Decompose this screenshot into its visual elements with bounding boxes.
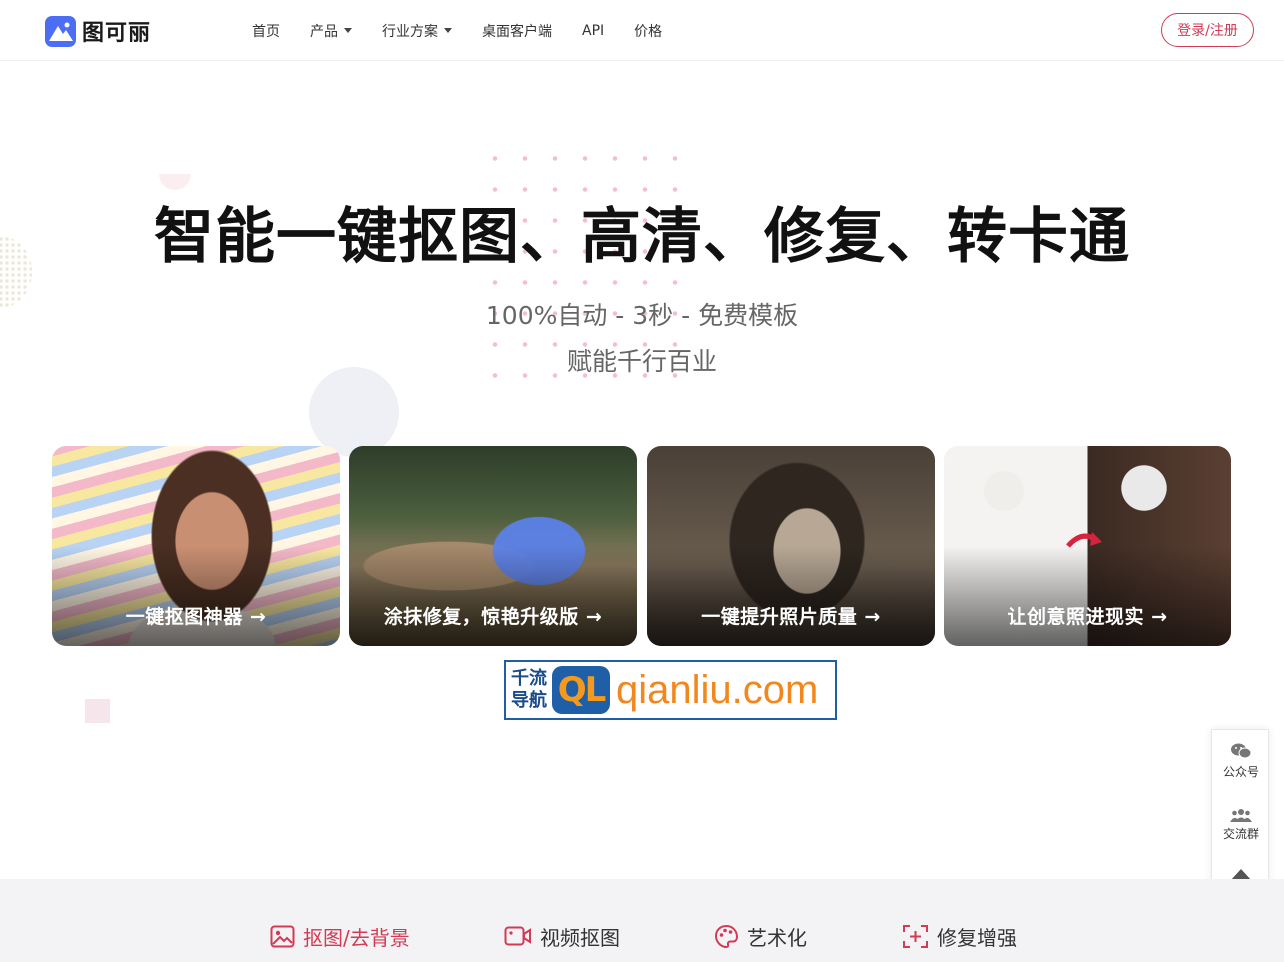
card-photo-enhance[interactable]: 一键提升照片质量 → [647, 446, 935, 646]
main-nav: 首页 产品 行业方案 桌面客户端 API 价格 [252, 0, 692, 61]
nav-label: 行业方案 [382, 23, 438, 40]
side-item-label: 交流群 [1222, 827, 1259, 841]
card-label: 涂抹修复，惊艳升级版 → [383, 606, 603, 628]
nav-label: API [582, 22, 605, 39]
card-shade [944, 546, 1231, 646]
group-icon [1230, 809, 1252, 822]
card-label: 让创意照进现实 → [1007, 606, 1168, 628]
card-shade [647, 546, 935, 646]
tab-video-cutout[interactable]: 视频抠图 [504, 921, 620, 951]
nav-item-solutions[interactable]: 行业方案 [382, 21, 452, 41]
card-shade [349, 546, 637, 646]
decorative-pink-square [85, 699, 110, 723]
card-sketch-to-real[interactable]: 让创意照进现实 → [944, 446, 1231, 646]
palette-icon [714, 924, 739, 948]
card-inpaint-repair[interactable]: 涂抹修复，惊艳升级版 → [349, 446, 637, 646]
tab-label: 艺术化 [747, 925, 807, 950]
tab-label: 修复增强 [937, 925, 1017, 950]
tab-label: 视频抠图 [540, 925, 620, 950]
nav-item-pricing[interactable]: 价格 [634, 21, 662, 41]
logo-mountain-icon [45, 15, 76, 47]
nav-label: 产品 [310, 23, 338, 40]
brand-name: 图可丽 [82, 21, 152, 46]
watermark-line-1: 千流 [511, 668, 547, 689]
enhance-icon [903, 924, 928, 948]
card-label: 一键提升照片质量 → [701, 606, 881, 628]
hero-subtitle: 100%自动 - 3秒 - 免费模板 [485, 301, 799, 330]
top-header: 图可丽 首页 产品 行业方案 桌面客户端 API 价格 登录/注册 [0, 0, 1284, 61]
brand-logo[interactable]: 图可丽 [45, 15, 151, 47]
tab-cutout[interactable]: 抠图/去背景 [270, 921, 410, 951]
card-cutout[interactable]: 一键抠图神器 → [52, 446, 340, 646]
image-icon [270, 925, 295, 947]
nav-item-home[interactable]: 首页 [252, 21, 280, 41]
hero-tagline: 赋能千行百业 [566, 347, 717, 376]
tab-artistic[interactable]: 艺术化 [714, 921, 807, 951]
side-item-wechat[interactable]: 公众号 [1212, 742, 1270, 780]
watermark-domain: qianliu.com [616, 667, 819, 712]
tab-label: 抠图/去背景 [303, 925, 410, 950]
tab-repair-enhance[interactable]: 修复增强 [902, 921, 1017, 951]
nav-item-api[interactable]: API [582, 23, 604, 39]
watermark-left-text: 千流 导航 [506, 662, 552, 718]
nav-item-desktop-client[interactable]: 桌面客户端 [482, 21, 552, 41]
watermark-line-2: 导航 [511, 690, 547, 711]
caret-down-icon [344, 28, 352, 33]
login-register-button[interactable]: 登录/注册 [1161, 13, 1254, 47]
qianliu-watermark-banner[interactable]: 千流 导航 QL qianliu.com [504, 660, 837, 720]
side-item-label: 公众号 [1222, 765, 1259, 779]
video-icon [504, 926, 531, 946]
wechat-icon [1231, 743, 1252, 759]
hero-title: 智能一键抠图、高清、修复、转卡通 [154, 202, 1130, 272]
feature-tabs-band [0, 879, 1284, 962]
nav-label: 桌面客户端 [482, 23, 552, 40]
decorative-pink-circle [159, 174, 191, 190]
watermark-ql-logo: QL [552, 666, 610, 714]
card-shade [52, 546, 340, 646]
caret-down-icon [444, 28, 452, 33]
nav-label: 价格 [634, 23, 663, 40]
nav-item-products[interactable]: 产品 [310, 21, 352, 41]
side-item-group[interactable]: 交流群 [1212, 808, 1270, 842]
nav-label: 首页 [252, 23, 280, 40]
decorative-gray-circle [309, 367, 399, 457]
card-label: 一键抠图神器 → [125, 606, 267, 628]
